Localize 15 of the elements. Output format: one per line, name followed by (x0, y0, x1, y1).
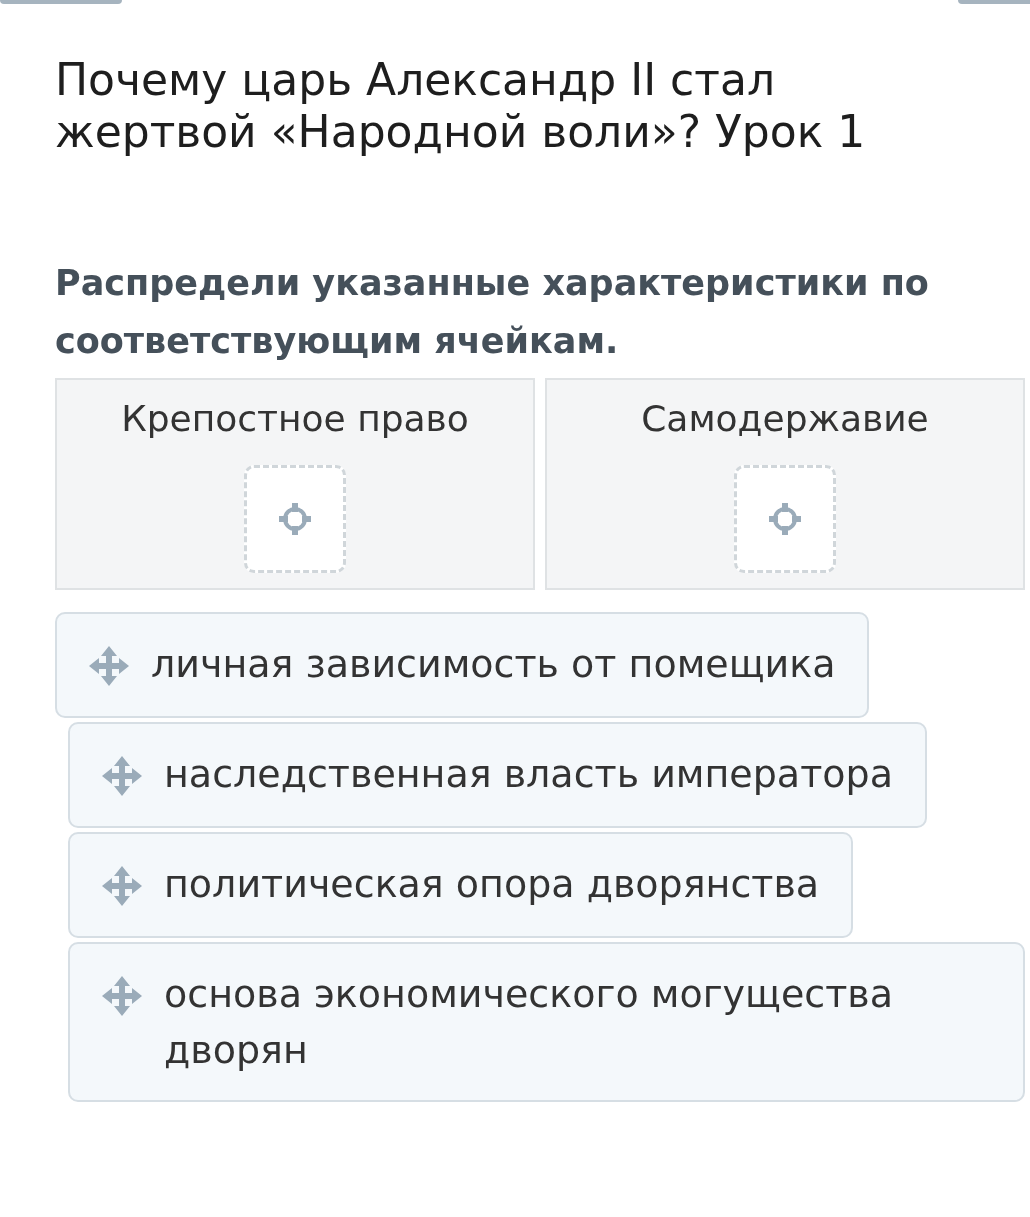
drop-zone[interactable] (244, 465, 346, 573)
move-icon (87, 644, 131, 688)
task-instruction: Распредели указанные характеристики по соответствующим ячейкам. (55, 262, 930, 363)
drop-zone[interactable] (734, 465, 836, 573)
draggable-card[interactable]: личная зависимость от помещика (55, 612, 870, 718)
column-heading: Самодержавие (641, 398, 929, 439)
tab-edge (958, 0, 1030, 4)
draggable-card[interactable]: политическая опора дворянства (68, 832, 854, 938)
move-icon (100, 974, 144, 1018)
draggable-card[interactable]: основа экономического могущества дворян (68, 942, 1025, 1102)
draggable-card[interactable]: наследственная власть императора (68, 722, 927, 828)
lesson-title: Почему царь Александр II стал жертвой «Народной воли»? Урок 1 (55, 54, 867, 158)
column-heading: Крепостное право (121, 398, 469, 439)
move-icon (100, 754, 144, 798)
move-icon (100, 864, 144, 908)
